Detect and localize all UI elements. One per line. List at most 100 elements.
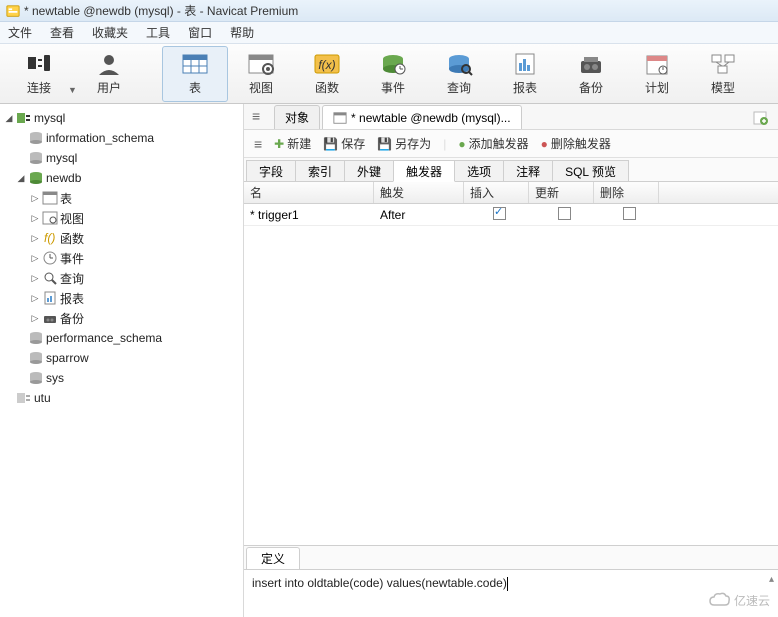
action-save[interactable]: 💾保存 xyxy=(323,135,365,152)
tree-db-newdb[interactable]: ◢newdb xyxy=(0,168,243,188)
tool-table[interactable]: 表 xyxy=(162,46,228,102)
tool-model[interactable]: 模型 xyxy=(690,46,756,102)
subtab-sqlpreview[interactable]: SQL 预览 xyxy=(552,160,629,181)
tree-node-queries[interactable]: ▷查询 xyxy=(0,268,243,288)
chevron-down-icon[interactable]: ▼ xyxy=(68,85,76,95)
tab-objects[interactable]: 对象 xyxy=(274,105,320,129)
tree-db-mysql[interactable]: mysql xyxy=(0,148,243,168)
tree-node-functions[interactable]: ▷f()函数 xyxy=(0,228,243,248)
cell-trigger[interactable]: After xyxy=(374,208,464,222)
connection-off-icon xyxy=(16,390,32,406)
action-new[interactable]: ✚新建 xyxy=(274,135,311,152)
subtab-triggers[interactable]: 触发器 xyxy=(393,160,455,182)
user-icon xyxy=(94,51,124,77)
tab-add-button[interactable] xyxy=(750,107,772,129)
trigger-grid-header: 名 触发 插入 更新 删除 xyxy=(244,182,778,204)
tab-definition[interactable]: 定义 xyxy=(246,547,300,569)
tree-node-backups[interactable]: ▷备份 xyxy=(0,308,243,328)
event-icon xyxy=(378,51,408,77)
tree-db-sparrow[interactable]: sparrow xyxy=(0,348,243,368)
menu-icon[interactable]: ≡ xyxy=(254,136,262,152)
main-toolbar: 连接 ▼ 用户 表 视图 f(x) 函数 事件 查询 报表 备份 计划 模型 xyxy=(0,44,778,104)
checkbox-delete[interactable] xyxy=(623,207,636,220)
tool-backup[interactable]: 备份 xyxy=(558,46,624,102)
report-icon xyxy=(510,51,540,77)
tree-node-reports[interactable]: ▷报表 xyxy=(0,288,243,308)
tool-user[interactable]: 用户 xyxy=(76,46,142,102)
tree-node-events[interactable]: ▷事件 xyxy=(0,248,243,268)
tree-node-tables[interactable]: ▷表 xyxy=(0,188,243,208)
subtab-options[interactable]: 选项 xyxy=(454,160,504,181)
tree-db-sys[interactable]: sys xyxy=(0,368,243,388)
add-icon: ● xyxy=(458,137,465,151)
tree-conn-utu[interactable]: utu xyxy=(0,388,243,408)
connection-icon xyxy=(16,110,32,126)
col-trigger[interactable]: 触发 xyxy=(374,182,464,203)
tool-view[interactable]: 视图 xyxy=(228,46,294,102)
text-cursor xyxy=(507,577,508,591)
action-saveas[interactable]: 💾另存为 xyxy=(377,135,431,152)
col-name[interactable]: 名 xyxy=(244,182,374,203)
menu-help[interactable]: 帮助 xyxy=(230,24,254,41)
event-icon xyxy=(42,250,58,266)
saveas-icon: 💾 xyxy=(377,137,392,151)
window-title: * newtable @newdb (mysql) - 表 - Navicat … xyxy=(24,2,298,19)
tool-report[interactable]: 报表 xyxy=(492,46,558,102)
subtab-fk[interactable]: 外键 xyxy=(344,160,394,181)
col-update[interactable]: 更新 xyxy=(529,182,594,203)
backup-icon xyxy=(576,51,606,77)
tree-db-information-schema[interactable]: information_schema xyxy=(0,128,243,148)
tool-event[interactable]: 事件 xyxy=(360,46,426,102)
main-panel: 对象 * newtable @newdb (mysql)... ≡ ✚新建 💾保… xyxy=(244,104,778,617)
tree-db-performance-schema[interactable]: performance_schema xyxy=(0,328,243,348)
table-icon xyxy=(333,111,347,125)
cell-name[interactable]: trigger1 xyxy=(258,208,299,222)
col-insert[interactable]: 插入 xyxy=(464,182,529,203)
menu-favorites[interactable]: 收藏夹 xyxy=(92,24,128,41)
connection-tree[interactable]: ◢mysql information_schema mysql ◢newdb ▷… xyxy=(0,104,244,617)
checkbox-update[interactable] xyxy=(558,207,571,220)
database-icon xyxy=(28,130,44,146)
query-icon xyxy=(444,51,474,77)
menu-tools[interactable]: 工具 xyxy=(146,24,170,41)
database-icon xyxy=(28,350,44,366)
action-delete-trigger[interactable]: ●删除触发器 xyxy=(541,135,611,152)
database-icon xyxy=(28,150,44,166)
table-row[interactable]: * trigger1 After xyxy=(244,204,778,226)
database-icon xyxy=(28,370,44,386)
tool-query[interactable]: 查询 xyxy=(426,46,492,102)
document-tabs: 对象 * newtable @newdb (mysql)... xyxy=(244,104,778,130)
watermark: 亿速云 xyxy=(708,591,770,609)
trigger-grid-body[interactable]: * trigger1 After xyxy=(244,204,778,545)
view-icon xyxy=(246,51,276,77)
checkbox-insert[interactable] xyxy=(493,207,506,220)
subtab-fields[interactable]: 字段 xyxy=(246,160,296,181)
menu-view[interactable]: 查看 xyxy=(50,24,74,41)
database-icon xyxy=(28,330,44,346)
plus-icon: ✚ xyxy=(274,137,284,151)
subtab-comments[interactable]: 注释 xyxy=(503,160,553,181)
tool-connect[interactable]: 连接 xyxy=(6,46,72,102)
table-icon xyxy=(42,190,58,206)
menu-file[interactable]: 文件 xyxy=(8,24,32,41)
model-icon xyxy=(708,51,738,77)
plug-icon xyxy=(24,51,54,77)
table-icon xyxy=(180,51,210,77)
fx-icon: f(x) xyxy=(312,51,342,77)
tool-schedule[interactable]: 计划 xyxy=(624,46,690,102)
menu-window[interactable]: 窗口 xyxy=(188,24,212,41)
tree-conn-mysql[interactable]: ◢mysql xyxy=(0,108,243,128)
col-delete[interactable]: 删除 xyxy=(594,182,659,203)
tab-newtable[interactable]: * newtable @newdb (mysql)... xyxy=(322,105,522,129)
designer-tabs: 字段 索引 外键 触发器 选项 注释 SQL 预览 xyxy=(244,158,778,182)
menubar: 文件 查看 收藏夹 工具 窗口 帮助 xyxy=(0,22,778,44)
definition-tabhead: 定义 xyxy=(244,545,778,569)
query-icon xyxy=(42,270,58,286)
tree-node-views[interactable]: ▷视图 xyxy=(0,208,243,228)
tool-function[interactable]: f(x) 函数 xyxy=(294,46,360,102)
fx-icon: f() xyxy=(42,230,58,246)
subtab-indexes[interactable]: 索引 xyxy=(295,160,345,181)
action-add-trigger[interactable]: ●添加触发器 xyxy=(458,135,528,152)
definition-editor[interactable]: insert into oldtable(code) values(newtab… xyxy=(244,569,778,617)
save-icon: 💾 xyxy=(323,137,338,151)
